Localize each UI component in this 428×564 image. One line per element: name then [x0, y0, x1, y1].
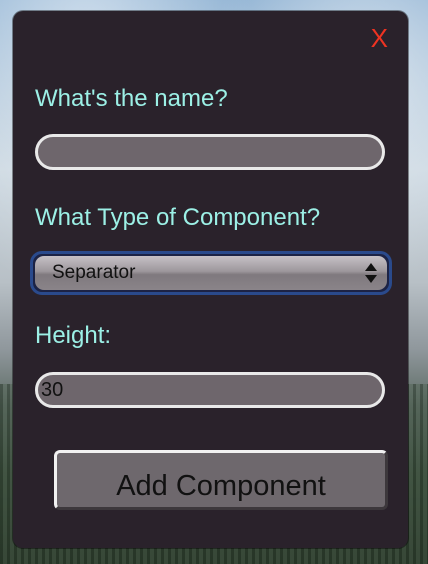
component-type-selected-value: Separator	[52, 262, 136, 283]
close-button[interactable]: X	[371, 25, 388, 51]
name-label: What's the name?	[35, 85, 228, 112]
add-component-button[interactable]: Add Component	[54, 450, 388, 510]
height-input[interactable]	[35, 372, 385, 408]
up-down-arrows-icon	[365, 262, 377, 284]
add-component-dialog: X What's the name? What Type of Componen…	[13, 11, 408, 548]
height-label: Height:	[35, 322, 112, 349]
component-type-select[interactable]: Separator	[35, 256, 387, 290]
component-type-label: What Type of Component?	[35, 204, 321, 231]
component-type-select-focus-ring: Separator	[30, 251, 392, 295]
name-input[interactable]	[35, 134, 385, 170]
